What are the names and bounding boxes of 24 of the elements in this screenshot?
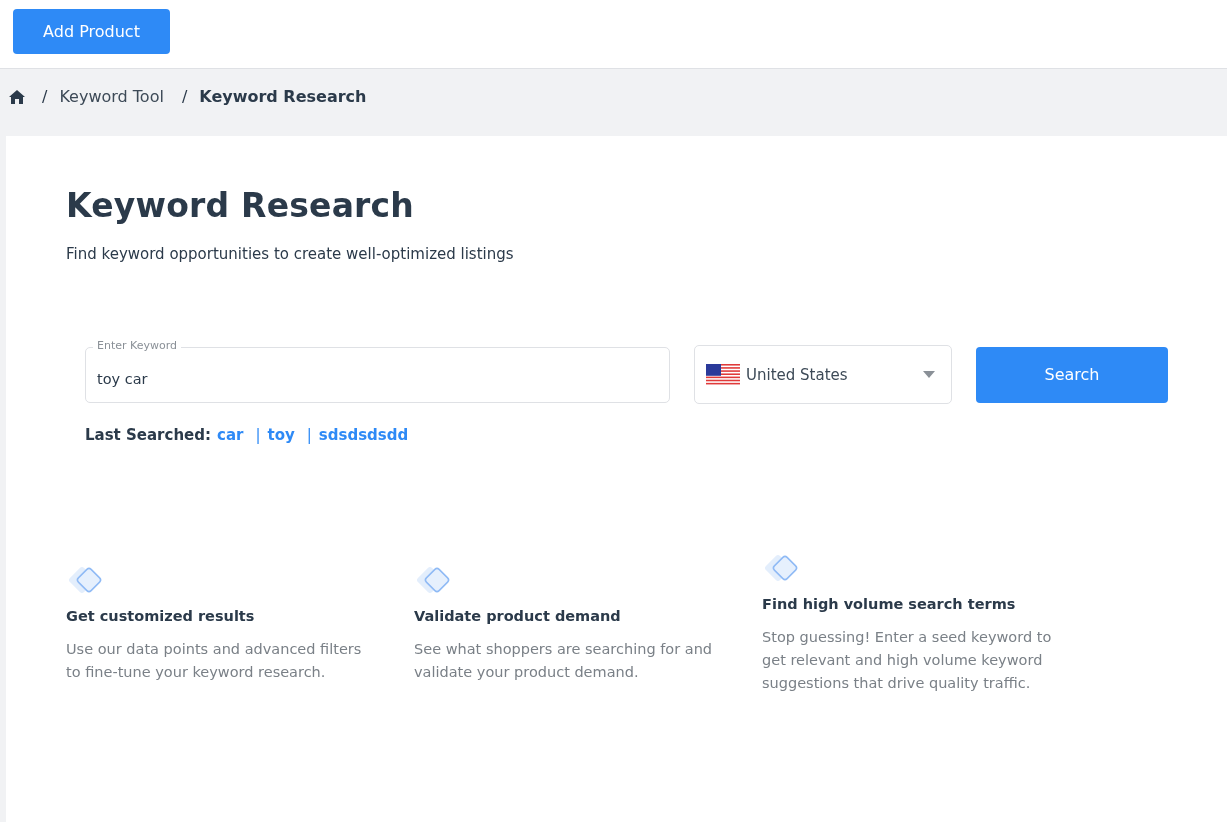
feature-description: Stop guessing! Enter a seed keyword to get relevant and high volume keyword suggestions that drive quality traffic. [762,628,1053,693]
feature-description: Use our data points and advanced filters to fine-tune your keyword research. [66,640,363,682]
recent-search-link[interactable]: sdsdsdsdd [318,426,409,444]
recent-search-link[interactable]: car [217,426,244,444]
last-searched-label: Last Searched: [85,426,211,444]
search-button[interactable]: Search [976,346,1168,403]
caret-icon [923,371,935,378]
home-icon[interactable] [9,89,25,104]
link-separator: | [306,426,312,444]
country-select[interactable]: United States [694,345,952,404]
breadcrumb-separator: / [42,87,48,106]
link-separator: | [255,426,261,444]
add-product-button[interactable]: Add Product [13,9,170,54]
feature-title: Validate product demand [414,608,622,624]
feature-description: See what shoppers are searching for and validate your product demand. [414,640,714,682]
page-subtitle: Find keyword opportunities to create well-optimized listings [66,245,515,263]
flag-icon [706,363,740,386]
feature-title: Find high volume search terms [762,596,1017,612]
feature-title: Get customized results [66,608,256,624]
breadcrumb-current: Keyword Research [199,87,367,106]
page-title: Keyword Research [66,186,416,225]
breadcrumb-link[interactable]: Keyword Tool [59,87,164,106]
breadcrumb-separator: / [181,87,188,106]
recent-search-link[interactable]: toy [267,426,295,444]
